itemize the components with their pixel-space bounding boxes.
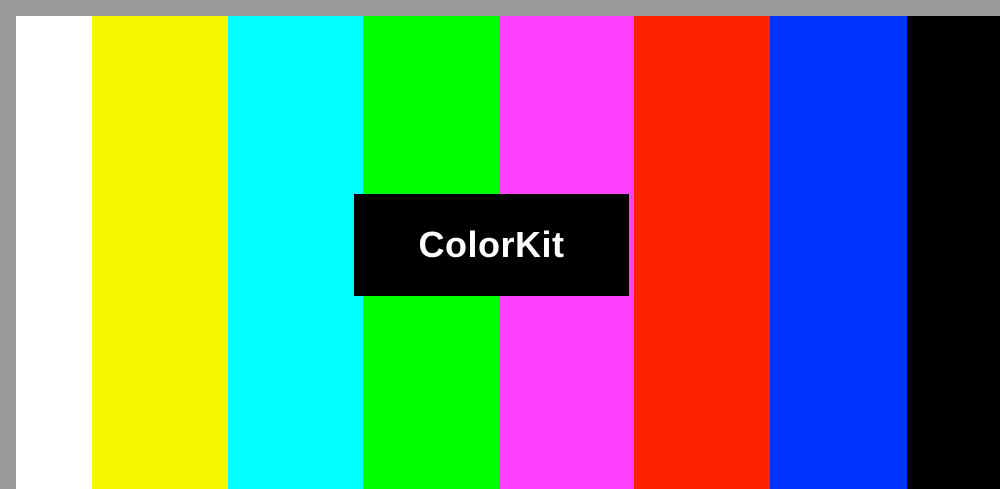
- color-bar-black: [907, 16, 1000, 489]
- color-bar-cyan: [228, 16, 363, 489]
- color-bar-blue: [770, 16, 907, 489]
- color-bar-white: [16, 16, 92, 489]
- color-bar-red: [634, 16, 770, 489]
- color-bar-yellow: [92, 16, 228, 489]
- logo-box: ColorKit: [354, 194, 629, 296]
- logo-text: ColorKit: [418, 224, 565, 265]
